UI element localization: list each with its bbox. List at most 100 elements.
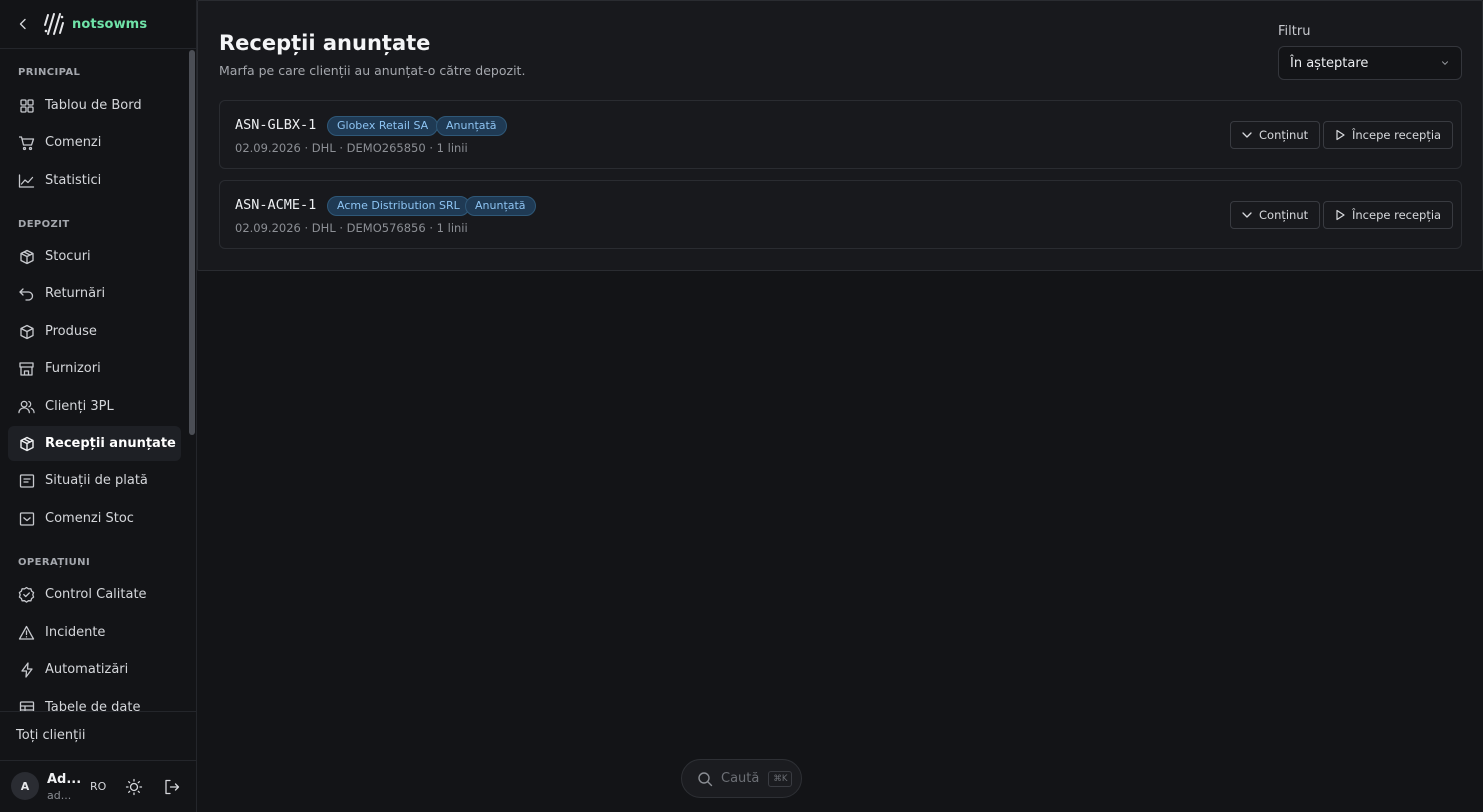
sidebar-item-stocks[interactable]: Stocuri (8, 239, 181, 274)
filter-label: Filtru (1278, 24, 1311, 39)
search-placeholder: Caută (721, 771, 760, 786)
section-title-principal: PRINCIPAL (18, 67, 81, 78)
status-badge: Anunțată (436, 116, 507, 136)
sidebar-item-label: Statistici (45, 173, 102, 188)
sidebar-item-dashboard[interactable]: Tablou de Bord (8, 88, 181, 123)
sidebar-nav: PRINCIPAL Tablou de Bord Comenzi Statist… (0, 49, 189, 711)
inbox-icon (18, 510, 35, 527)
sidebar-item-automations[interactable]: Automatizări (8, 652, 181, 687)
sidebar-item-stock-orders[interactable]: Comenzi Stoc (8, 501, 181, 536)
sidebar-item-products[interactable]: Produse (8, 314, 181, 349)
filter-value: În așteptare (1290, 55, 1369, 71)
chevron-down-icon (1442, 61, 1448, 66)
search-shortcut: ⌘K (768, 770, 793, 787)
chevron-down-icon (1241, 129, 1253, 141)
brand-logo-icon (44, 13, 64, 35)
sidebar-item-label: Tabele de date (45, 700, 141, 711)
content-button[interactable]: Conținut (1230, 121, 1321, 149)
sidebar-item-label: Incidente (45, 625, 106, 640)
sidebar-item-orders[interactable]: Comenzi (8, 125, 181, 160)
sidebar-scrollbar[interactable] (189, 50, 195, 435)
badge-check-icon (18, 586, 35, 603)
start-receipt-label: Începe recepția (1352, 128, 1442, 142)
sidebar-item-label: Comenzi (45, 135, 102, 150)
section-title-depozit: DEPOZIT (18, 219, 70, 230)
sidebar-header: notsowms (0, 0, 196, 49)
user-name: Ad... (47, 772, 82, 787)
filter-select[interactable]: În așteptare (1278, 46, 1462, 80)
client-badge: Acme Distribution SRL (327, 196, 470, 216)
logout-icon (165, 779, 180, 795)
sidebar-item-asn-receipts[interactable]: Recepții anunțate (8, 426, 181, 461)
sidebar-item-suppliers[interactable]: Furnizori (8, 351, 181, 386)
sidebar-item-label: Tablou de Bord (45, 98, 142, 113)
back-button[interactable] (14, 15, 32, 33)
footer-divider (0, 760, 197, 761)
app-root: notsowms PRINCIPAL Tablou de Bord Comenz… (0, 0, 1483, 812)
box-icon (18, 248, 35, 265)
sidebar-item-data-tables[interactable]: Tabele de date (8, 690, 181, 711)
package-icon (18, 435, 35, 452)
lightning-icon (18, 661, 35, 678)
sidebar-item-label: Clienți 3PL (45, 399, 114, 414)
users-icon (18, 398, 35, 415)
play-icon (1334, 209, 1346, 221)
sidebar-item-statistics[interactable]: Statistici (8, 163, 181, 198)
sidebar: notsowms PRINCIPAL Tablou de Bord Comenz… (0, 0, 197, 812)
search-icon (698, 771, 713, 786)
receipt-icon (18, 472, 35, 489)
cart-icon (18, 134, 35, 151)
sidebar-item-incidents[interactable]: Incidente (8, 615, 181, 650)
asn-meta: 02.09.2026 · DHL · DEMO576856 · 1 linii (235, 221, 468, 235)
sidebar-item-label: Situații de plată (45, 473, 148, 488)
sun-icon (125, 778, 143, 796)
asn-card: ASN-GLBX-1 Globex Retail SA Anunțată 02.… (219, 100, 1462, 169)
table-icon (18, 699, 35, 711)
chevron-left-icon (19, 18, 26, 30)
theme-toggle-button[interactable] (125, 778, 143, 796)
start-receipt-label: Începe recepția (1352, 208, 1442, 222)
dashboard-icon (18, 97, 35, 114)
sidebar-item-label: Control Calitate (45, 587, 147, 602)
content-button-label: Conținut (1259, 128, 1309, 142)
sidebar-item-label: Produse (45, 324, 97, 339)
return-icon (18, 285, 35, 302)
sidebar-item-returns[interactable]: Returnări (8, 276, 181, 311)
start-receipt-button[interactable]: Începe recepția (1323, 201, 1454, 229)
status-badge: Anunțată (465, 196, 536, 216)
main-panel: Recepții anunțate Marfa pe care clienții… (197, 0, 1483, 271)
asn-meta: 02.09.2026 · DHL · DEMO265850 · 1 linii (235, 141, 468, 155)
sidebar-item-label: Stocuri (45, 249, 91, 264)
language-toggle[interactable]: RO (90, 780, 106, 793)
user-email: ad... (47, 789, 72, 802)
sidebar-item-label: Automatizări (45, 662, 129, 677)
search-input[interactable]: Caută ⌘K (681, 759, 802, 798)
asn-code: ASN-GLBX-1 (235, 117, 317, 133)
logout-button[interactable] (163, 778, 181, 796)
sidebar-item-label: Recepții anunțate (45, 436, 176, 451)
sidebar-item-label: Returnări (45, 286, 106, 301)
content-button[interactable]: Conținut (1230, 201, 1321, 229)
sidebar-item-label: Furnizori (45, 361, 101, 376)
chevron-down-icon (1241, 209, 1253, 221)
warning-icon (18, 624, 35, 641)
package-icon (18, 323, 35, 340)
sidebar-footer: Toți clienții A Ad... ad... RO (0, 711, 197, 812)
play-icon (1334, 129, 1346, 141)
sidebar-item-payment-statements[interactable]: Situații de plată (8, 463, 181, 498)
brand-name: notsowms (72, 16, 148, 32)
chart-line-icon (18, 172, 35, 189)
all-clients-selector[interactable]: Toți clienții (16, 728, 85, 743)
asn-code: ASN-ACME-1 (235, 197, 317, 213)
start-receipt-button[interactable]: Începe recepția (1323, 121, 1454, 149)
page-subtitle: Marfa pe care clienții au anunțat-o cătr… (219, 63, 526, 78)
page-title: Recepții anunțate (219, 31, 431, 55)
content-button-label: Conținut (1259, 208, 1309, 222)
sidebar-item-quality-control[interactable]: Control Calitate (8, 577, 181, 612)
asn-card: ASN-ACME-1 Acme Distribution SRL Anunțat… (219, 180, 1462, 249)
avatar[interactable]: A (11, 772, 39, 800)
section-title-operatiuni: OPERAȚIUNI (18, 557, 91, 568)
client-badge: Globex Retail SA (327, 116, 439, 136)
store-icon (18, 360, 35, 377)
sidebar-item-3pl-clients[interactable]: Clienți 3PL (8, 389, 181, 424)
